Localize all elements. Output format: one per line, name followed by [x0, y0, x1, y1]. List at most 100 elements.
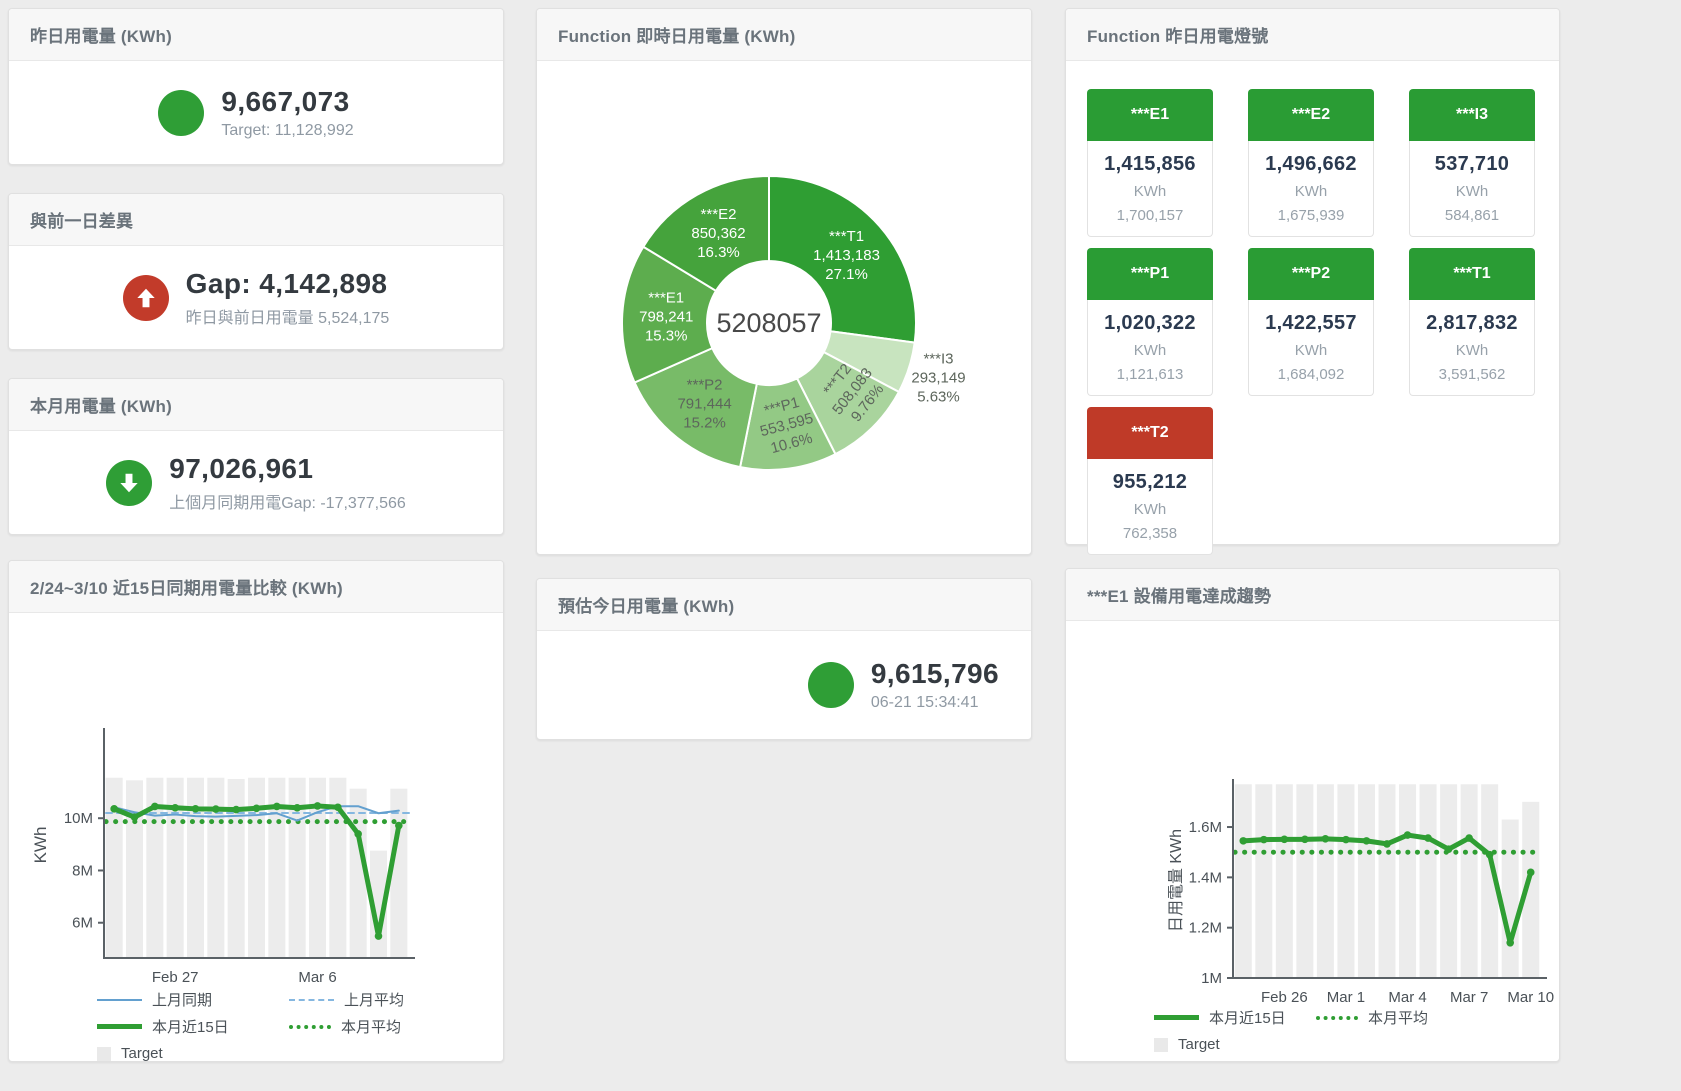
light-target: 584,861	[1410, 207, 1534, 224]
light-unit: KWh	[1088, 183, 1212, 200]
function-usage-donut-chart: ***T11,413,18327.1%***I3293,1495.63%***T…	[537, 62, 1031, 552]
card-header: 2/24~3/10 近15日同期用電量比較 (KWh)	[9, 561, 503, 613]
x-tick-label: Mar 10	[1507, 989, 1554, 1006]
light-value: 1,020,322	[1088, 312, 1212, 335]
target-bar	[1440, 784, 1457, 978]
card-title: 昨日用電量 (KWh)	[30, 22, 172, 47]
data-point	[1239, 837, 1247, 845]
target-bar	[1420, 784, 1437, 978]
legend-item-本月近15日[interactable]: 本月近15日	[1154, 1007, 1316, 1028]
x-tick-label: Mar 4	[1388, 989, 1426, 1006]
card-header: 與前一日差異	[9, 194, 503, 246]
card-month-usage: 本月用電量 (KWh) 97,026,961 上個月同期用電Gap: -17,3…	[8, 378, 504, 535]
kpi-value: 9,615,796	[871, 658, 999, 690]
light-unit: KWh	[1249, 342, 1373, 359]
target-bar	[1296, 784, 1313, 978]
light-header: ***P2	[1248, 248, 1374, 300]
kpi-body: 9,667,073 Target: 11,128,992	[9, 61, 503, 164]
legend-item-本月平均[interactable]: 本月平均	[1316, 1007, 1478, 1028]
legend-item-Target[interactable]: Target	[97, 1043, 289, 1064]
card-header: 昨日用電量 (KWh)	[9, 9, 503, 61]
kpi-subtitle: 06-21 15:34:41	[871, 694, 999, 712]
legend-item-上月平均[interactable]: 上月平均	[289, 989, 481, 1010]
light-target: 1,675,939	[1249, 207, 1373, 224]
data-point	[1424, 834, 1432, 842]
data-point	[171, 804, 179, 812]
light-header: ***E2	[1248, 89, 1374, 141]
y-axis-title: 日用電量 KWh	[1168, 829, 1185, 932]
y-tick-label: 1.2M	[1189, 920, 1222, 937]
data-point	[1527, 869, 1535, 877]
light-body: 955,212KWh762,358	[1087, 459, 1213, 555]
data-point	[1301, 836, 1309, 844]
status-light-E1: ***E11,415,856KWh1,700,157	[1087, 89, 1213, 237]
card-title: 2/24~3/10 近15日同期用電量比較 (KWh)	[30, 574, 343, 599]
light-header: ***E1	[1087, 89, 1213, 141]
data-point	[375, 932, 383, 940]
data-point	[1281, 836, 1289, 844]
target-bar	[390, 789, 407, 958]
light-header: ***I3	[1409, 89, 1535, 141]
light-target: 3,591,562	[1410, 366, 1534, 383]
kpi-body: 97,026,961 上個月同期用電Gap: -17,377,566	[9, 431, 503, 534]
y-tick-label: 1.6M	[1189, 819, 1222, 836]
legend-item-本月平均[interactable]: 本月平均	[289, 1016, 481, 1037]
legend-label: 本月平均	[341, 1016, 401, 1037]
data-point	[110, 805, 118, 813]
card-header: ***E1 設備用電達成趨勢	[1066, 569, 1559, 621]
status-light-E2: ***E21,496,662KWh1,675,939	[1248, 89, 1374, 237]
light-target: 1,121,613	[1088, 366, 1212, 383]
chart-legend: 上月同期 上月平均本月近15日 本月平均 Target	[97, 989, 481, 1064]
card-title: Function 昨日用電燈號	[1087, 22, 1268, 47]
target-bar	[1399, 784, 1416, 978]
legend-label: 上月平均	[344, 989, 404, 1010]
x-tick-label: Mar 1	[1327, 989, 1365, 1006]
data-point	[354, 830, 362, 838]
up-arrow-icon	[123, 275, 169, 321]
data-point	[1322, 835, 1330, 843]
status-light-grid: ***E11,415,856KWh1,700,157***E21,496,662…	[1087, 89, 1535, 555]
legend-swatch	[1154, 1038, 1168, 1052]
card-title: 本月用電量 (KWh)	[30, 392, 172, 417]
light-body: 1,415,856KWh1,700,157	[1087, 141, 1213, 237]
card-title: Function 即時日用電量 (KWh)	[558, 22, 795, 47]
kpi-text: 9,667,073 Target: 11,128,992	[221, 86, 353, 140]
kpi-text: 97,026,961 上個月同期用電Gap: -17,377,566	[169, 453, 406, 513]
light-value: 1,415,856	[1088, 153, 1212, 176]
light-unit: KWh	[1088, 342, 1212, 359]
legend-label: 本月近15日	[1209, 1007, 1286, 1028]
legend-label: 本月平均	[1368, 1007, 1428, 1028]
legend-item-Target[interactable]: Target	[1154, 1034, 1316, 1055]
target-bar	[1255, 784, 1272, 978]
card-title: ***E1 設備用電達成趨勢	[1087, 582, 1271, 607]
card-header: Function 昨日用電燈號	[1066, 9, 1559, 61]
legend-label: Target	[121, 1045, 163, 1062]
data-point	[1342, 836, 1350, 844]
target-bar	[1317, 784, 1334, 978]
legend-item-本月近15日[interactable]: 本月近15日	[97, 1016, 289, 1037]
kpi-body: Gap: 4,142,898 昨日與前日用電量 5,524,175	[9, 246, 503, 349]
data-point	[151, 803, 159, 811]
target-bar	[187, 778, 204, 958]
donut-center-value: 5208057	[716, 308, 821, 338]
light-value: 2,817,832	[1410, 312, 1534, 335]
status-light-I3: ***I3537,710KWh584,861	[1409, 89, 1535, 237]
y-tick-label: 1.4M	[1189, 869, 1222, 886]
light-value: 537,710	[1410, 153, 1534, 176]
x-tick-label: Feb 27	[152, 969, 199, 986]
light-header: ***T1	[1409, 248, 1535, 300]
y-axis-title: KWh	[31, 827, 50, 864]
donut-slice-label: ***I3293,1495.63%	[911, 350, 965, 405]
light-body: 1,422,557KWh1,684,092	[1248, 300, 1374, 396]
light-unit: KWh	[1088, 501, 1212, 518]
data-point	[314, 802, 322, 810]
x-tick-label: Mar 6	[298, 969, 336, 986]
light-body: 1,020,322 KWh 1,121,613	[1087, 300, 1213, 396]
card-15day-comparison-chart: 2/24~3/10 近15日同期用電量比較 (KWh) 6M8M10MFeb 2…	[8, 560, 504, 1062]
status-light-P1: ***P1 1,020,322 KWh 1,121,613	[1087, 248, 1213, 396]
target-bar	[1276, 784, 1293, 978]
legend-item-上月同期[interactable]: 上月同期	[97, 989, 289, 1010]
card-yesterday-usage: 昨日用電量 (KWh) 9,667,073 Target: 11,128,992	[8, 8, 504, 165]
light-header: ***P1	[1087, 248, 1213, 300]
card-yesterday-status-lights: Function 昨日用電燈號 ***E11,415,856KWh1,700,1…	[1065, 8, 1560, 545]
